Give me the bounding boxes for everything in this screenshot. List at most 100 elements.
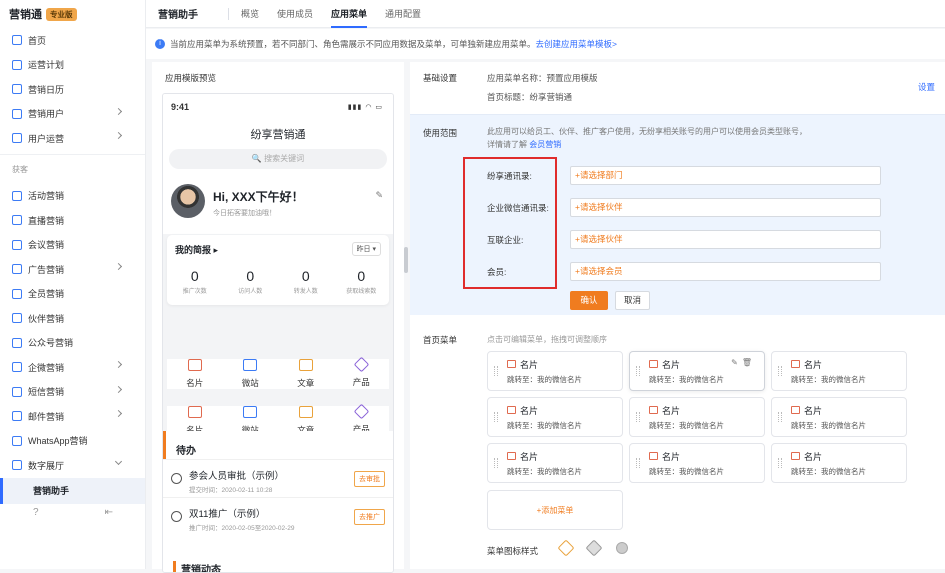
icon-style-color-cube-icon[interactable] xyxy=(557,539,575,557)
edit-icon: ✎ xyxy=(375,190,383,200)
sidebar-item[interactable]: 伙伴营销 xyxy=(0,306,145,331)
sidebar-item[interactable]: 短信营销 xyxy=(0,380,145,405)
sidebar-item[interactable]: 企微营销 xyxy=(0,355,145,380)
sidebar-item[interactable]: 广告营销 xyxy=(0,257,145,282)
menu-icon xyxy=(12,435,22,446)
sidebar-item[interactable]: 全员营销 xyxy=(0,282,145,307)
notice-text: 当前应用菜单为系统预置，若不同部门、角色需展示不同应用数据及菜单，可单独新建应用… xyxy=(170,39,536,49)
menu-card-subtitle: 跳转至：我的微信名片 xyxy=(791,375,866,384)
menu-card[interactable]: 名片 跳转至：我的微信名片 xyxy=(487,351,623,391)
drag-handle-icon[interactable] xyxy=(778,458,782,468)
sidebar-item[interactable]: 会议营销 xyxy=(0,233,145,258)
grid-label: 微站 xyxy=(241,378,259,388)
scrollbar[interactable] xyxy=(404,247,408,273)
edition-badge: 专业版 xyxy=(46,7,77,21)
grid-icon xyxy=(298,359,313,371)
grid-item: 微站 xyxy=(223,359,279,389)
todo-item: 参会人员审批（示例） 提交时间：2020-02-11 10:28 去审批 xyxy=(163,459,393,497)
member-marketing-link[interactable]: 会员营销 xyxy=(529,140,561,149)
menu-icon xyxy=(12,460,22,471)
field-input[interactable]: +请选择伙伴 xyxy=(570,230,881,249)
menu-card[interactable]: 名片跳转至：我的微信名片 xyxy=(771,351,907,391)
cancel-button[interactable]: 取消 xyxy=(615,291,650,310)
grid-icon xyxy=(353,356,370,373)
sidebar-item[interactable]: 首页 xyxy=(0,28,145,53)
brief-period-select: 昨日 ▾ xyxy=(351,242,381,256)
menu-card-title: 名片 xyxy=(662,406,681,416)
create-template-link[interactable]: 去创建应用菜单模板> xyxy=(536,38,617,50)
drag-handle-icon[interactable] xyxy=(778,412,782,422)
menu-icon xyxy=(12,386,22,397)
todo-subtitle: 提交时间：2020-02-11 10:28 xyxy=(189,487,273,494)
topbar: 营销助手 概览 使用成员 应用菜单 通用配置 xyxy=(146,0,945,28)
stat-label: 转发人数 xyxy=(293,289,318,295)
drag-handle-icon[interactable] xyxy=(636,458,640,468)
drag-handle-icon[interactable] xyxy=(636,412,640,422)
sidebar-item[interactable]: 数字展厅 xyxy=(0,453,145,478)
sidebar-item[interactable]: 公众号营销 xyxy=(0,331,145,356)
sidebar-item[interactable]: 邮件营销 xyxy=(0,404,145,429)
menu-card[interactable]: 名片 跳转至：我的微信名片 xyxy=(487,397,623,437)
menu-card-subtitle: 跳转至：我的微信名片 xyxy=(791,421,866,430)
grid-item: 微站 xyxy=(223,406,279,435)
drag-handle-icon[interactable] xyxy=(778,366,782,376)
icon-style-circle-icon[interactable] xyxy=(616,542,628,554)
menu-card-title: 名片 xyxy=(804,360,823,370)
sidebar-item-label: 活动营销 xyxy=(28,191,65,202)
tab-3[interactable]: 通用配置 xyxy=(385,0,421,28)
settings-link[interactable]: 设置 xyxy=(918,81,935,93)
sidebar-item[interactable]: 用户运营 xyxy=(0,126,145,151)
drag-handle-icon[interactable] xyxy=(494,412,498,422)
stat-value: 0 xyxy=(301,268,310,284)
field-input[interactable]: +请选择伙伴 xyxy=(570,198,881,217)
tab-0[interactable]: 概览 xyxy=(241,0,259,28)
tab-2[interactable]: 应用菜单 xyxy=(331,0,368,28)
todo-item: 双11推广（示例） 推广时间：2020-02-05至2020-02-29 去推广 xyxy=(163,497,393,535)
sidebar-item-label: 营销日历 xyxy=(28,84,65,95)
tab-1[interactable]: 使用成员 xyxy=(277,0,313,28)
chevron-icon xyxy=(114,131,123,140)
drag-handle-icon[interactable] xyxy=(494,366,498,376)
sidebar-item[interactable]: 直播营销 xyxy=(0,208,145,233)
drag-handle-icon[interactable] xyxy=(636,366,640,376)
menu-card[interactable]: 名片跳转至：我的微信名片 ✎🗑 xyxy=(629,351,765,391)
card-icon xyxy=(649,360,658,368)
card-icon xyxy=(507,406,516,414)
grid-item: 名片 xyxy=(167,406,223,435)
todo-subtitle: 推广时间：2020-02-05至2020-02-29 xyxy=(189,525,295,532)
sidebar-item[interactable]: 营销用户 xyxy=(0,102,145,127)
grid-icon xyxy=(187,359,202,371)
field-input[interactable]: +请选择会员 xyxy=(570,262,881,281)
chevron-icon xyxy=(114,262,123,271)
menu-card-title: 名片 xyxy=(520,406,539,416)
sidebar-item[interactable]: 运营计划 xyxy=(0,53,145,78)
sidebar-item[interactable]: 营销日历 xyxy=(0,77,145,102)
menu-card[interactable]: 名片 跳转至：我的微信名片 xyxy=(629,443,765,483)
collapse-icon[interactable]: ⇤ xyxy=(105,507,113,518)
help-icon[interactable]: ? xyxy=(33,507,39,518)
menu-icon xyxy=(12,59,22,70)
menu-card[interactable]: 名片 跳转至：我的微信名片 xyxy=(487,443,623,483)
phone-title: 纷享营销通 xyxy=(250,129,306,141)
menu-card-subtitle: 跳转至：我的微信名片 xyxy=(649,375,724,384)
menu-card[interactable]: 名片 跳转至：我的微信名片 xyxy=(629,397,765,437)
icon-style-gray-cube-icon[interactable] xyxy=(585,539,603,557)
sidebar-item[interactable]: WhatsApp营销 xyxy=(0,429,145,454)
field-input[interactable]: +请选择部门 xyxy=(570,166,881,185)
menu-icon xyxy=(12,35,22,46)
card-icon xyxy=(791,452,800,460)
menu-card[interactable]: 名片 跳转至：我的微信名片 xyxy=(771,443,907,483)
menu-icon xyxy=(12,362,22,373)
menu-card[interactable]: 名片 跳转至：我的微信名片 xyxy=(771,397,907,437)
sidebar-footer: ? ⇤ xyxy=(0,502,146,522)
confirm-button[interactable]: 确认 xyxy=(570,291,608,310)
menu-icon xyxy=(12,84,22,95)
card-actions-icon[interactable]: ✎🗑 xyxy=(731,358,756,367)
menu-card-title: 名片 xyxy=(662,360,681,370)
sidebar-item[interactable]: 活动营销 xyxy=(0,184,145,209)
sidebar-item-marketing-assistant[interactable]: 营销助手 xyxy=(0,477,145,504)
grid-item: 名片 xyxy=(167,359,223,389)
add-menu-button[interactable]: +添加菜单 xyxy=(487,490,623,530)
drag-handle-icon[interactable] xyxy=(494,458,498,468)
todo-icon xyxy=(171,511,182,522)
